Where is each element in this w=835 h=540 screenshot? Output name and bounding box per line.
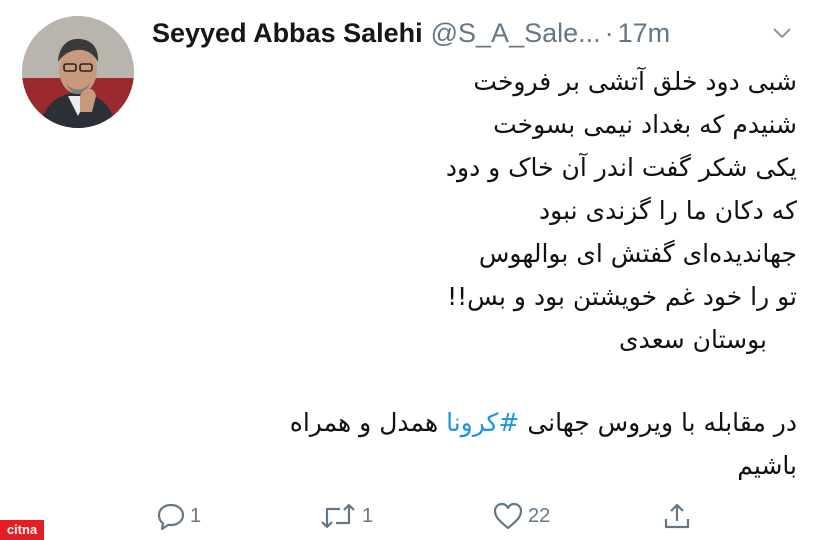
tweet-header: Seyyed Abbas Salehi @S_A_Sale... · 17m (152, 18, 792, 58)
avatar[interactable] (22, 16, 134, 128)
share-icon (664, 503, 690, 529)
action-bar: 1 1 22 (152, 498, 712, 534)
tweet-card: Seyyed Abbas Salehi @S_A_Sale... · 17m ش… (0, 0, 835, 540)
watermark-logo: citna (0, 520, 44, 540)
text-segment: همدل و همراه (289, 408, 447, 437)
hashtag-link[interactable]: #کرونا (446, 408, 519, 437)
chevron-down-icon[interactable] (772, 26, 792, 40)
tweet-line: شنیدم که بغداد نیمی بسوخت (493, 110, 797, 139)
retweet-count: 1 (362, 504, 374, 527)
retweet-button[interactable]: 1 (318, 498, 373, 534)
tweet-line: باشیم (737, 451, 797, 480)
retweet-icon (321, 503, 355, 529)
text-segment: در مقابله با ویروس جهانی (519, 408, 797, 437)
tweet-text: شبی دود خلق آتشی بر فروخت شنیدم که بغداد… (137, 60, 797, 487)
like-count: 22 (528, 504, 551, 527)
reply-button[interactable]: 1 (156, 498, 201, 534)
reply-count: 1 (190, 504, 202, 527)
tweet-line: که دکان ما را گزندی نبود (539, 196, 797, 225)
tweet-line: شبی دود خلق آتشی بر فروخت (473, 67, 797, 96)
separator-dot: · (604, 18, 614, 48)
share-button[interactable] (662, 498, 692, 534)
tweet-line: جهاندیده‌ای گفتش ای بوالهوس (478, 239, 797, 268)
reply-icon (157, 503, 185, 531)
tweet-line: تو را خود غم خویشتن بود و بس!! (447, 282, 797, 311)
poem-source: بوستان سعدی (619, 325, 767, 354)
tweet-line: یکی شکر گفت اندر آن خاک و دود (445, 153, 797, 182)
user-handle[interactable]: @S_A_Sale... (431, 18, 601, 49)
tweet-line: در مقابله با ویروس جهانی #کرونا همدل و ه… (137, 401, 797, 444)
like-button[interactable]: 22 (492, 498, 550, 534)
timestamp[interactable]: 17m (618, 18, 671, 49)
heart-icon (493, 502, 523, 530)
display-name[interactable]: Seyyed Abbas Salehi (152, 18, 423, 49)
